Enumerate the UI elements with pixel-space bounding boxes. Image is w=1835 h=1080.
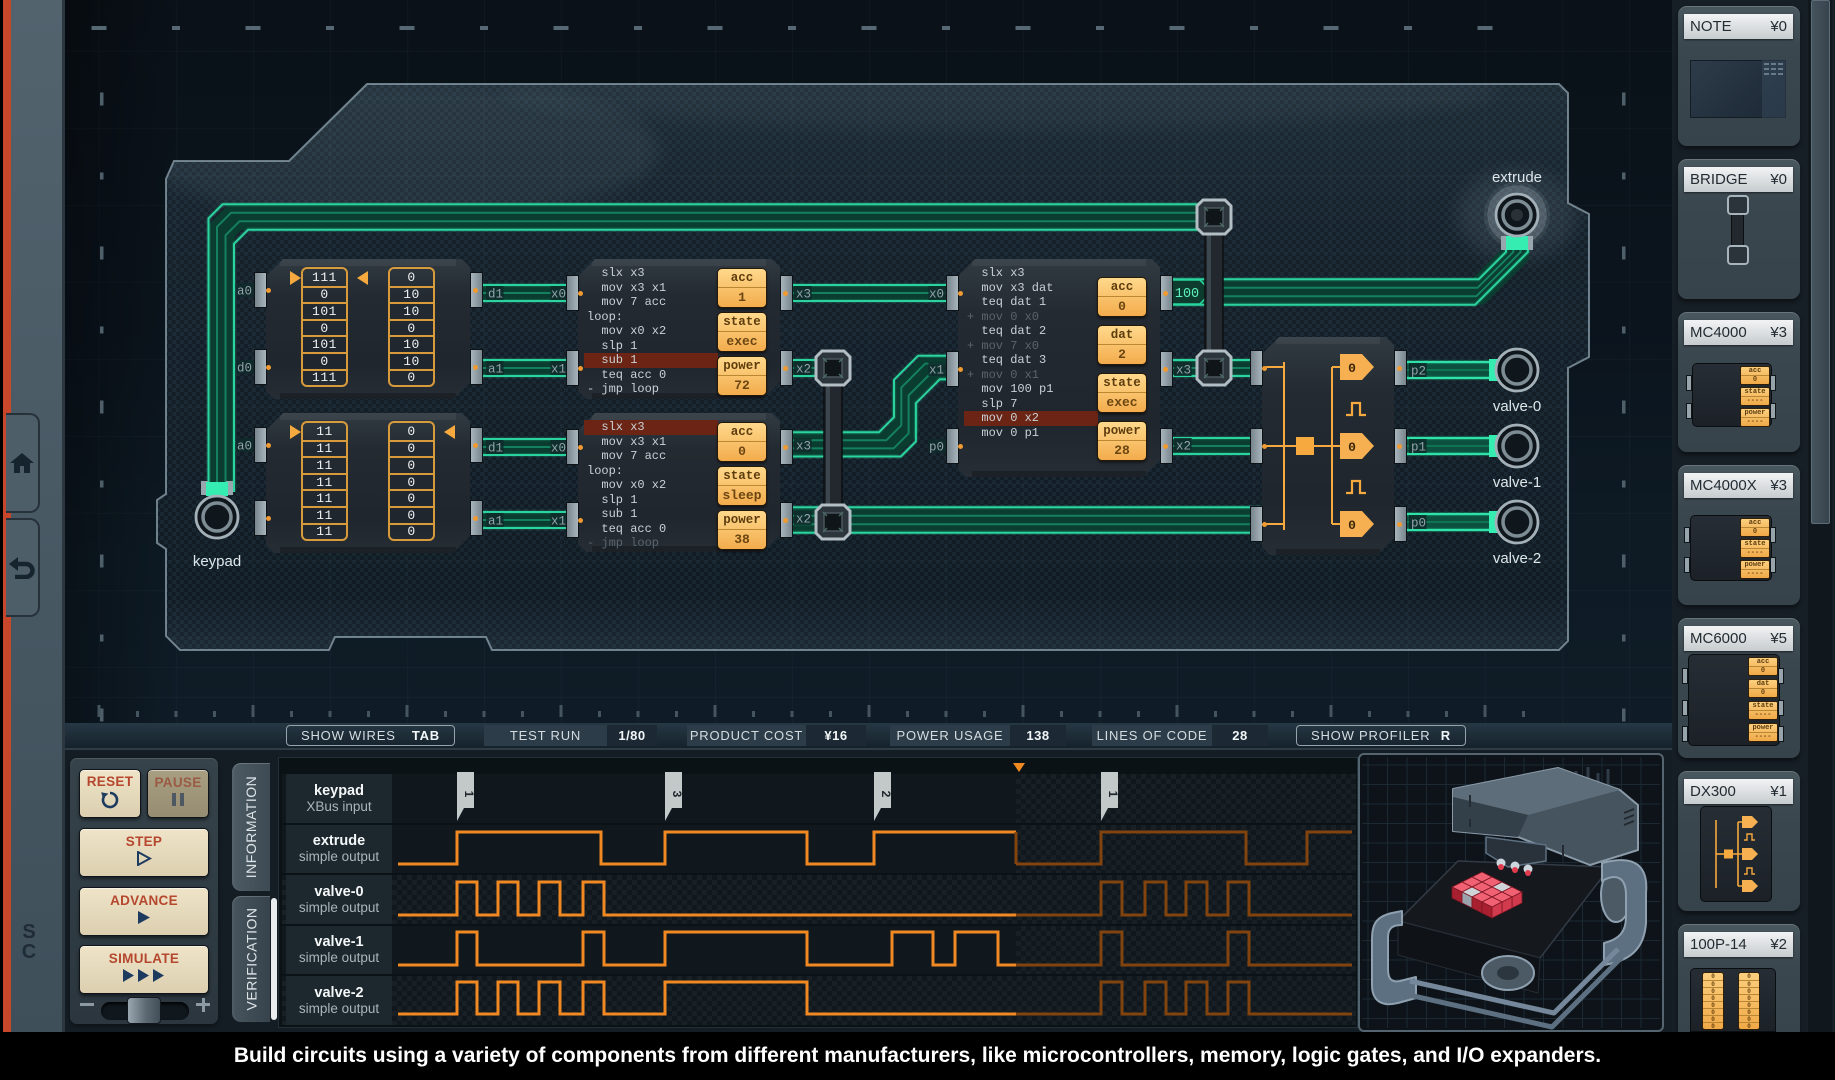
- svg-text:3: 3: [670, 791, 684, 798]
- svg-text:1: 1: [462, 791, 476, 798]
- svg-text:2: 2: [879, 791, 893, 798]
- svg-text:1: 1: [1106, 791, 1120, 798]
